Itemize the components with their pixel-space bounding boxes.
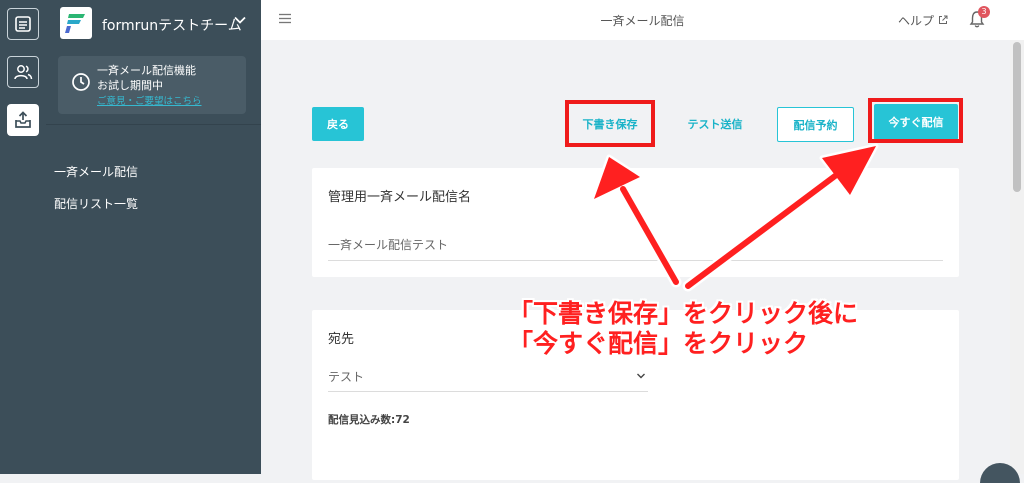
delivery-name-label: 管理用一斉メール配信名: [328, 190, 472, 205]
sidebar: formrunテストチーム 一斉メール配信機能 お試し期間中 ご意見・ご要望はこ…: [46, 0, 261, 474]
clock-icon: [72, 73, 90, 91]
recipient-label: 宛先: [328, 332, 355, 347]
icon-rail: [0, 0, 46, 474]
annotation-line-2: 「今すぐ配信」をクリック: [508, 329, 809, 358]
annotation-line-1: 「下書き保存」をクリック後に: [508, 299, 859, 328]
notification-badge: 3: [978, 6, 990, 18]
delivery-name-underline: [328, 260, 943, 261]
schedule-delivery-button[interactable]: 配信予約: [777, 107, 854, 142]
rail-users-button[interactable]: [7, 56, 39, 88]
rail-mail-delivery-button[interactable]: [7, 104, 39, 136]
rail-form-list-button[interactable]: [7, 8, 39, 40]
chevron-down-icon[interactable]: [233, 13, 247, 27]
delivery-name-input[interactable]: 一斉メール配信テスト: [328, 236, 448, 253]
team-logo[interactable]: [60, 7, 92, 39]
external-link-icon: [938, 15, 948, 24]
header: 一斉メール配信 ヘルプ 3: [261, 0, 1024, 40]
send-now-highlight-box: [868, 98, 963, 143]
inbox-upload-icon: [15, 111, 31, 128]
sidebar-divider: [46, 124, 261, 125]
help-label: ヘルプ: [898, 14, 935, 28]
feedback-link[interactable]: ご意見・ご要望はこちら: [97, 93, 202, 107]
formrun-logo-icon: [65, 14, 85, 33]
test-send-button[interactable]: テスト送信: [677, 107, 753, 141]
trial-title: 一斉メール配信機能: [97, 64, 196, 77]
users-icon: [14, 65, 33, 80]
chevron-down-icon[interactable]: [636, 371, 646, 381]
delivery-estimate: 配信見込み数:72: [328, 414, 410, 426]
recipient-select[interactable]: テスト: [328, 368, 364, 385]
recipient-underline: [328, 391, 648, 392]
back-button[interactable]: 戻る: [312, 107, 364, 141]
scrollbar-thumb[interactable]: [1013, 42, 1021, 192]
sidebar-item-mail-delivery[interactable]: 一斉メール配信: [54, 163, 138, 180]
trial-notice: 一斉メール配信機能 お試し期間中 ご意見・ご要望はこちら: [58, 56, 246, 114]
delivery-name-card: 管理用一斉メール配信名 一斉メール配信テスト: [312, 168, 959, 277]
team-name[interactable]: formrunテストチーム: [102, 15, 242, 35]
trial-status: お試し期間中: [97, 79, 163, 92]
form-list-icon: [15, 16, 31, 32]
help-link[interactable]: ヘルプ: [898, 12, 948, 29]
draft-highlight-box: [565, 100, 655, 147]
sidebar-item-delivery-lists[interactable]: 配信リスト一覧: [54, 195, 138, 212]
